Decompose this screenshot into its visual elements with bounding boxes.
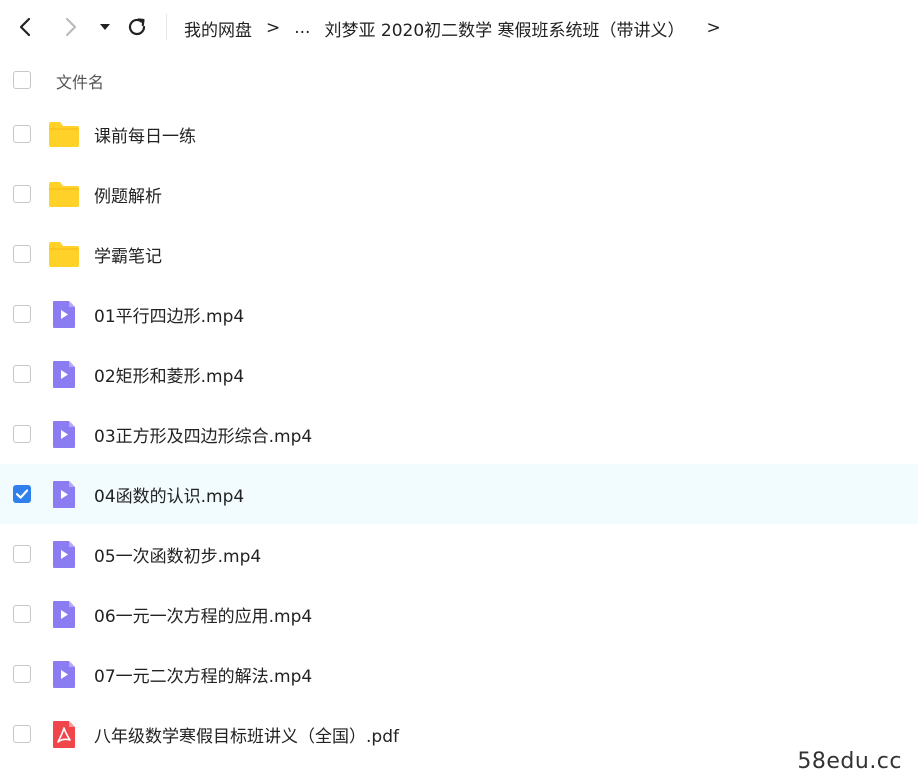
chevron-right-icon: [65, 17, 77, 37]
back-button[interactable]: [10, 12, 40, 42]
breadcrumb: 我的网盘 > ... 刘梦亚 2020初二数学 寒假班系统班（带讲义） >: [184, 0, 735, 56]
row-checkbox[interactable]: [13, 425, 31, 443]
column-header-name[interactable]: 文件名: [56, 69, 104, 93]
folder-row[interactable]: 学霸笔记: [0, 224, 918, 284]
file-name[interactable]: 07一元二次方程的解法.mp4: [94, 662, 312, 687]
folder-icon: [47, 118, 81, 150]
toolbar: 我的网盘 > ... 刘梦亚 2020初二数学 寒假班系统班（带讲义） >: [0, 0, 918, 56]
row-checkbox[interactable]: [13, 305, 31, 323]
row-checkbox[interactable]: [13, 365, 31, 383]
pdf-file-icon: [47, 718, 81, 750]
watermark: 58edu.cc: [797, 749, 902, 774]
file-name[interactable]: 八年级数学寒假目标班讲义（全国）.pdf: [94, 722, 399, 747]
toolbar-divider: [166, 14, 167, 40]
file-list: 课前每日一练 例题解析学霸笔记 01平行四边形.mp4 02矩形和菱形.mp4 03正方…: [0, 104, 918, 764]
file-row[interactable]: 06一元一次方程的应用.mp4: [0, 584, 918, 644]
file-name[interactable]: 04函数的认识.mp4: [94, 482, 244, 507]
folder-row[interactable]: 课前每日一练: [0, 104, 918, 164]
row-checkbox[interactable]: [13, 245, 31, 263]
file-row[interactable]: 07一元二次方程的解法.mp4: [0, 644, 918, 704]
row-checkbox[interactable]: [13, 545, 31, 563]
file-name[interactable]: 06一元一次方程的应用.mp4: [94, 602, 312, 627]
video-file-icon: [47, 478, 81, 510]
file-row[interactable]: 八年级数学寒假目标班讲义（全国）.pdf: [0, 704, 918, 764]
list-header: 文件名: [0, 56, 918, 104]
row-checkbox[interactable]: [13, 605, 31, 623]
file-name[interactable]: 学霸笔记: [94, 242, 162, 267]
breadcrumb-separator[interactable]: >: [707, 18, 721, 38]
folder-row[interactable]: 例题解析: [0, 164, 918, 224]
refresh-button[interactable]: [122, 12, 152, 42]
folder-icon: [47, 238, 81, 270]
file-name[interactable]: 例题解析: [94, 182, 162, 207]
forward-button[interactable]: [56, 12, 86, 42]
video-file-icon: [47, 298, 81, 330]
file-row[interactable]: 02矩形和菱形.mp4: [0, 344, 918, 404]
file-row[interactable]: 01平行四边形.mp4: [0, 284, 918, 344]
breadcrumb-root[interactable]: 我的网盘: [184, 16, 252, 41]
file-row[interactable]: 03正方形及四边形综合.mp4: [0, 404, 918, 464]
folder-icon: [47, 178, 81, 210]
video-file-icon: [47, 598, 81, 630]
history-dropdown[interactable]: [90, 12, 120, 42]
breadcrumb-ellipsis[interactable]: ...: [294, 18, 310, 38]
file-name[interactable]: 03正方形及四边形综合.mp4: [94, 422, 312, 447]
breadcrumb-separator: >: [266, 18, 281, 38]
file-name[interactable]: 01平行四边形.mp4: [94, 302, 244, 327]
breadcrumb-current[interactable]: 刘梦亚 2020初二数学 寒假班系统班（带讲义）: [324, 16, 684, 41]
file-name[interactable]: 05一次函数初步.mp4: [94, 542, 261, 567]
select-all-checkbox[interactable]: [13, 71, 31, 89]
video-file-icon: [47, 358, 81, 390]
refresh-icon: [128, 18, 146, 36]
row-checkbox[interactable]: [13, 665, 31, 683]
row-checkbox[interactable]: [13, 125, 31, 143]
video-file-icon: [47, 538, 81, 570]
file-name[interactable]: 02矩形和菱形.mp4: [94, 362, 244, 387]
file-name[interactable]: 课前每日一练: [94, 122, 196, 147]
file-row[interactable]: 05一次函数初步.mp4: [0, 524, 918, 584]
video-file-icon: [47, 658, 81, 690]
caret-down-icon: [100, 24, 110, 30]
file-row[interactable]: 04函数的认识.mp4: [0, 464, 918, 524]
video-file-icon: [47, 418, 81, 450]
chevron-left-icon: [19, 17, 31, 37]
row-checkbox[interactable]: [13, 485, 31, 503]
row-checkbox[interactable]: [13, 725, 31, 743]
row-checkbox[interactable]: [13, 185, 31, 203]
